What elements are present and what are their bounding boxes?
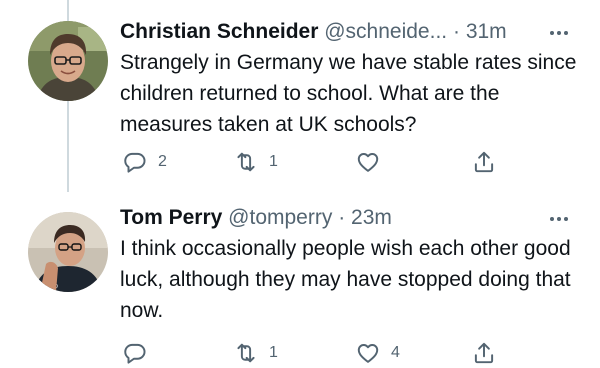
like-count: 4 [391, 344, 400, 361]
timestamp[interactable]: 31m [466, 20, 507, 43]
heart-icon [357, 153, 379, 172]
tweet-header: Christian Schneider @schneide... · 31m [120, 18, 564, 46]
more-icon [550, 31, 568, 35]
heart-icon [357, 344, 379, 363]
tweet-header: Tom Perry @tomperry · 23m [120, 204, 564, 232]
avatar-image [28, 21, 108, 101]
display-name[interactable]: Tom Perry [120, 206, 222, 229]
reply-button[interactable] [122, 338, 158, 368]
more-options-button[interactable] [548, 208, 570, 230]
tweet-text: Strangely in Germany we have stable rate… [120, 51, 577, 136]
separator-dot: · [338, 206, 346, 229]
retweet-count: 1 [269, 153, 278, 170]
timestamp[interactable]: 23m [351, 206, 392, 229]
share-button[interactable] [471, 147, 497, 177]
reply-icon [124, 343, 146, 364]
avatar[interactable]: ylvlo [28, 212, 108, 292]
separator-dot: · [452, 20, 460, 43]
avatar[interactable] [28, 21, 108, 101]
display-name[interactable]: Christian Schneider [120, 20, 318, 43]
retweet-button[interactable]: 1 [233, 338, 278, 368]
reply-button[interactable]: 2 [122, 147, 167, 177]
share-button[interactable] [471, 338, 497, 368]
like-button[interactable]: 4 [355, 338, 400, 368]
retweet-icon [237, 343, 255, 363]
tweet[interactable]: Christian Schneider @schneide... · 31m S… [0, 0, 600, 192]
like-button[interactable] [355, 147, 391, 177]
user-handle[interactable]: @schneide... [324, 20, 447, 43]
reply-count: 2 [158, 153, 167, 170]
reply-icon [124, 152, 146, 173]
share-icon [474, 151, 494, 173]
tweet[interactable]: ylvlo Tom Perry @tomperry · 23m I think … [0, 192, 600, 368]
tweet-text: I think occasionally people wish each ot… [120, 237, 571, 322]
tweet-actions: 2 1 [0, 147, 600, 177]
avatar-image: ylvlo [28, 212, 108, 292]
share-icon [474, 342, 494, 364]
user-handle[interactable]: @tomperry [228, 206, 332, 229]
more-options-button[interactable] [548, 22, 570, 44]
tweet-actions: 1 4 [0, 338, 600, 368]
retweet-icon [237, 152, 255, 172]
more-icon [550, 217, 568, 221]
retweet-count: 1 [269, 344, 278, 361]
retweet-button[interactable]: 1 [233, 147, 278, 177]
